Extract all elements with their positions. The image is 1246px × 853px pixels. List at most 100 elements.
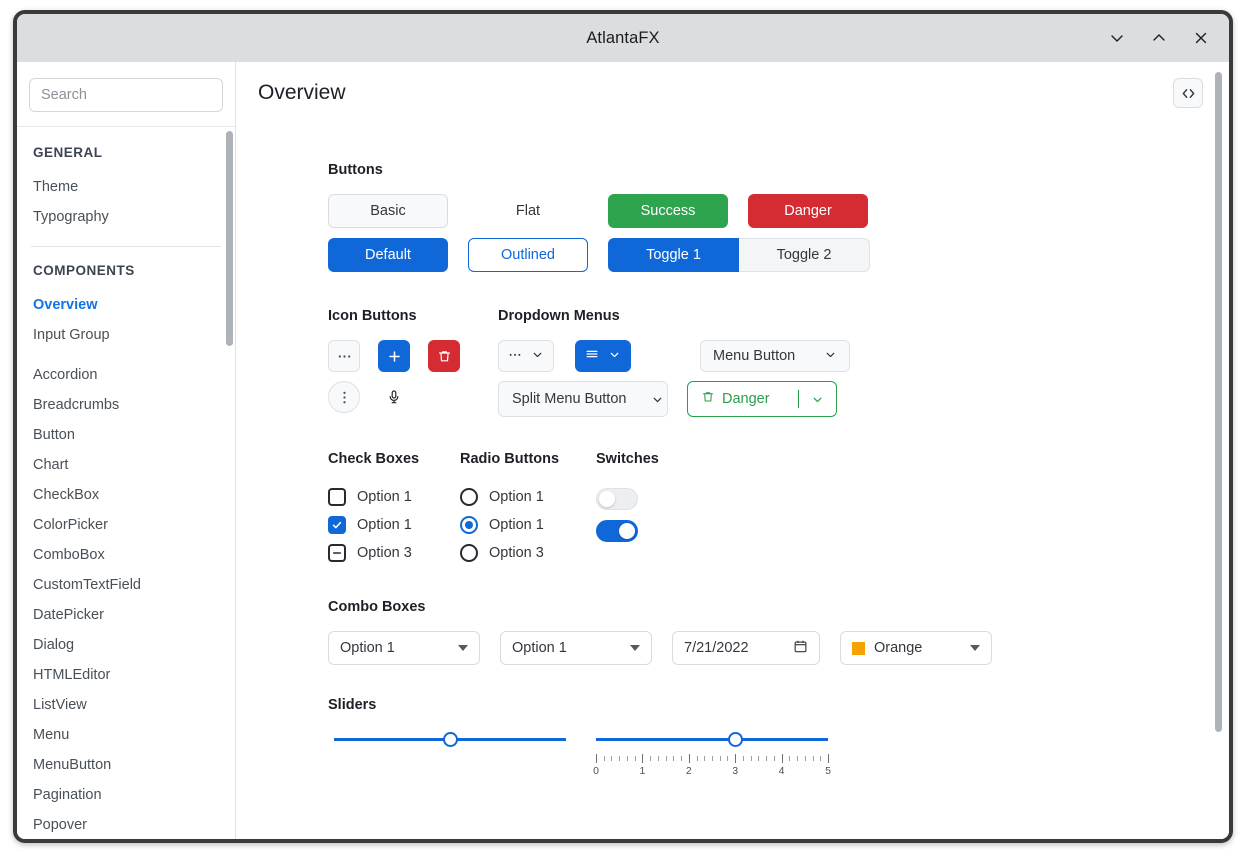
sidebar-item-chart[interactable]: Chart	[17, 450, 235, 480]
chevron-down-icon[interactable]	[799, 382, 836, 416]
slider-thumb[interactable]	[442, 732, 458, 747]
color-swatch	[852, 641, 865, 655]
switch-on[interactable]	[596, 520, 638, 542]
radio-buttons-group: Radio Buttons Option 1 Option 1 Option 3	[460, 451, 596, 567]
switch-off[interactable]	[596, 488, 638, 510]
danger-button[interactable]: Danger	[748, 194, 868, 228]
checkbox-indeterminate-icon[interactable]	[328, 544, 346, 562]
radio-unchecked-icon[interactable]	[460, 544, 478, 562]
menu-button[interactable]: Menu Button	[700, 340, 850, 372]
ellipsis-horizontal-icon-button[interactable]	[328, 340, 360, 372]
plus-icon-button[interactable]	[378, 340, 410, 372]
sidebar-item-theme[interactable]: Theme	[17, 172, 235, 202]
search-input[interactable]	[29, 78, 223, 112]
toggle-button-1[interactable]: Toggle 1	[608, 238, 739, 272]
content-scrollbar-thumb[interactable]	[1215, 72, 1222, 732]
combo-boxes-block: Combo Boxes Option 1 Option 1 7/21/2022	[328, 599, 1229, 665]
minimize-button[interactable]	[1103, 24, 1131, 52]
buttons-row-2: Default Outlined Toggle 1 Toggle 2	[328, 238, 1229, 272]
checkbox-checked-icon[interactable]	[328, 516, 346, 534]
sidebar-item-accordion[interactable]: Accordion	[17, 360, 235, 390]
calendar-icon[interactable]	[793, 639, 808, 658]
tick-slider[interactable]: 0 1 2 3 4 5	[593, 729, 831, 779]
chevron-down-icon	[531, 348, 544, 365]
trash-icon-button[interactable]	[428, 340, 460, 372]
chevron-down-icon	[824, 348, 837, 365]
source-code-button[interactable]	[1173, 78, 1203, 108]
page-title: Overview	[258, 81, 346, 104]
radio-item[interactable]: Option 1	[460, 511, 596, 539]
radio-checked-icon[interactable]	[460, 516, 478, 534]
sidebar-item-breadcrumbs[interactable]: Breadcrumbs	[17, 390, 235, 420]
radio-label: Option 1	[489, 517, 544, 533]
sidebar-item-colorpicker[interactable]: ColorPicker	[17, 510, 235, 540]
toggle-button-2[interactable]: Toggle 2	[739, 238, 870, 272]
sidebar-item-popover[interactable]: Popover	[17, 810, 235, 839]
sidebar-item-menu[interactable]: Menu	[17, 720, 235, 750]
sidebar-item-customtextfield[interactable]: CustomTextField	[17, 570, 235, 600]
check-boxes-group: Check Boxes Option 1 Option 1 Option 3	[328, 451, 460, 567]
radio-buttons-section-title: Radio Buttons	[460, 451, 560, 467]
check-boxes-section-title: Check Boxes	[328, 451, 420, 467]
sidebar-item-button[interactable]: Button	[17, 420, 235, 450]
switch-item[interactable]	[596, 483, 659, 515]
checkbox-unchecked-icon[interactable]	[328, 488, 346, 506]
split-menu-button[interactable]: Split Menu Button	[498, 381, 668, 417]
toggle-button-group: Toggle 1 Toggle 2	[608, 238, 870, 272]
search-container	[17, 62, 235, 127]
sidebar-scrollbar[interactable]	[226, 131, 233, 835]
sidebar-item-combobox[interactable]: ComboBox	[17, 540, 235, 570]
combobox-2[interactable]: Option 1	[500, 631, 652, 665]
sidebar-scrollbar-thumb[interactable]	[226, 131, 233, 346]
hamburger-dropdown-button[interactable]	[575, 340, 631, 372]
combobox-1[interactable]: Option 1	[328, 631, 480, 665]
ellipsis-dropdown-button[interactable]	[498, 340, 554, 372]
sidebar-item-listview[interactable]: ListView	[17, 690, 235, 720]
date-picker-value: 7/21/2022	[684, 640, 749, 656]
sidebar-item-datepicker[interactable]: DatePicker	[17, 600, 235, 630]
radio-item[interactable]: Option 3	[460, 539, 596, 567]
dropdown-menus-row-2: Split Menu Button Danger	[498, 381, 850, 417]
sidebar-item-htmleditor[interactable]: HTMLEditor	[17, 660, 235, 690]
success-button[interactable]: Success	[608, 194, 728, 228]
plain-slider[interactable]	[334, 729, 566, 751]
sidebar-item-dialog[interactable]: Dialog	[17, 630, 235, 660]
danger-split-menu-button[interactable]: Danger	[687, 381, 837, 417]
split-menu-button-label[interactable]: Split Menu Button	[499, 382, 639, 416]
radio-item[interactable]: Option 1	[460, 483, 596, 511]
maximize-button[interactable]	[1145, 24, 1173, 52]
checkbox-item[interactable]: Option 1	[328, 511, 460, 539]
sidebar-item-pagination[interactable]: Pagination	[17, 780, 235, 810]
microphone-icon-button[interactable]	[378, 381, 410, 413]
trash-icon	[701, 390, 715, 408]
close-button[interactable]	[1187, 24, 1215, 52]
chevron-down-icon[interactable]	[639, 382, 667, 416]
default-button[interactable]: Default	[328, 238, 448, 272]
outlined-button[interactable]: Outlined	[468, 238, 588, 272]
combobox-2-value: Option 1	[512, 640, 567, 656]
sliders-row: 0 1 2 3 4 5	[328, 729, 1229, 779]
sidebar-item-checkbox[interactable]: CheckBox	[17, 480, 235, 510]
sidebar-item-menubutton[interactable]: MenuButton	[17, 750, 235, 780]
checkbox-item[interactable]: Option 3	[328, 539, 460, 567]
ellipsis-vertical-icon-button[interactable]	[328, 381, 360, 413]
radio-unchecked-icon[interactable]	[460, 488, 478, 506]
date-picker[interactable]: 7/21/2022	[672, 631, 820, 665]
color-picker[interactable]: Orange	[840, 631, 992, 665]
switch-item[interactable]	[596, 515, 659, 547]
sliders-block: Sliders 0 1 2 3 4 5	[328, 697, 1229, 779]
sidebar-item-input-group[interactable]: Input Group	[17, 320, 235, 350]
basic-button[interactable]: Basic	[328, 194, 448, 228]
tick-label: 2	[685, 765, 692, 777]
checkbox-label: Option 1	[357, 517, 412, 533]
sidebar-section-general: GENERAL	[33, 145, 103, 160]
checkbox-label: Option 1	[357, 489, 412, 505]
slider-thumb[interactable]	[727, 732, 743, 747]
sidebar-item-typography[interactable]: Typography	[17, 202, 235, 232]
app-window: AtlantaFX GENERAL Theme Typography	[13, 10, 1233, 843]
checkbox-item[interactable]: Option 1	[328, 483, 460, 511]
sidebar-item-overview[interactable]: Overview	[17, 290, 235, 320]
tick-label: 0	[593, 765, 599, 777]
flat-button[interactable]: Flat	[468, 194, 588, 228]
icon-buttons-section-title: Icon Buttons	[328, 308, 417, 324]
